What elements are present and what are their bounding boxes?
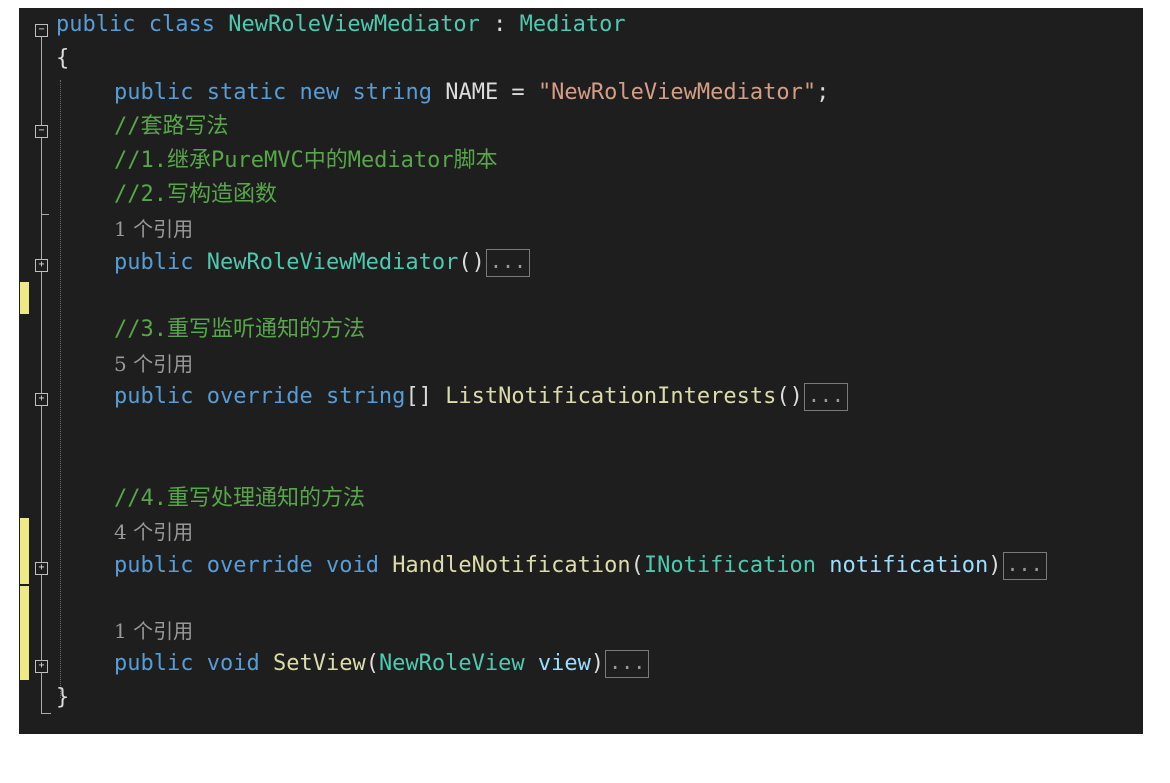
base-class: Mediator xyxy=(519,12,626,37)
collapsed-block-button[interactable]: ... xyxy=(485,249,531,277)
parentheses: () xyxy=(458,250,485,275)
codelens-references[interactable]: 1 个引用 xyxy=(114,212,193,246)
method-name: SetView xyxy=(272,651,366,676)
keyword: public xyxy=(114,553,194,578)
keyword: public xyxy=(56,12,136,37)
constructor-name: NewRoleViewMediator xyxy=(206,250,459,275)
keyword: public xyxy=(114,250,194,275)
open-paren: ( xyxy=(630,553,644,578)
keyword: public xyxy=(114,80,194,105)
collapsed-block-button[interactable]: ... xyxy=(1002,552,1047,580)
codelens-references[interactable]: 5 个引用 xyxy=(114,347,193,381)
method-name: ListNotificationInterests xyxy=(445,384,777,409)
code-line-references[interactable]: 1 个引用 xyxy=(19,212,193,246)
comment: //1.继承PureMVC中的Mediator脚本 xyxy=(114,148,498,173)
code-line-handle-notification[interactable]: public override void HandleNotification(… xyxy=(19,549,1047,583)
code-line-close-brace[interactable]: } xyxy=(19,681,72,715)
code-line-set-view[interactable]: public void SetView(NewRoleView view)... xyxy=(19,647,650,681)
comment: //4.重写处理通知的方法 xyxy=(114,486,365,511)
parentheses: () xyxy=(776,384,803,409)
codelens-references[interactable]: 1 个引用 xyxy=(114,614,193,648)
parameter-name: view xyxy=(537,651,591,676)
close-paren: ) xyxy=(590,651,605,676)
close-brace: } xyxy=(56,685,70,710)
field-name: NAME xyxy=(445,80,499,105)
code-line-comment[interactable]: //套路写法 xyxy=(19,110,229,144)
open-paren: ( xyxy=(365,651,379,676)
parameter-type: INotification xyxy=(643,553,817,578)
keyword: void xyxy=(206,651,260,676)
collapsed-block-button[interactable]: ... xyxy=(803,383,848,411)
keyword: static xyxy=(206,80,287,105)
collapsed-block-button[interactable]: ... xyxy=(605,650,650,678)
parameter-type: NewRoleView xyxy=(378,651,525,676)
parameter-name: notification xyxy=(829,553,989,578)
keyword: new xyxy=(299,80,340,105)
code-line-references[interactable]: 4 个引用 xyxy=(19,515,193,549)
semicolon: ; xyxy=(816,80,830,105)
code-line-references[interactable]: 1 个引用 xyxy=(19,614,193,648)
code-line-comment[interactable]: //1.继承PureMVC中的Mediator脚本 xyxy=(19,144,498,178)
code-line-comment[interactable]: //3.重写监听通知的方法 xyxy=(19,313,365,347)
comment: //3.重写监听通知的方法 xyxy=(114,317,365,342)
code-line-open-brace[interactable]: { xyxy=(19,42,72,76)
separator: : xyxy=(479,12,520,37)
code-line-comment[interactable]: //2.写构造函数 xyxy=(19,178,277,212)
keyword: class xyxy=(148,12,215,37)
code-line-constructor[interactable]: public NewRoleViewMediator()... xyxy=(19,246,531,280)
keyword: override xyxy=(206,553,313,578)
open-brace: { xyxy=(56,46,70,71)
code-line-references[interactable]: 5 个引用 xyxy=(19,347,193,381)
keyword: string xyxy=(352,80,432,105)
comment: //2.写构造函数 xyxy=(114,182,277,207)
method-name: HandleNotification xyxy=(392,553,631,578)
brackets: [] xyxy=(405,384,432,409)
code-line-name-field[interactable]: public static new string NAME = "NewRole… xyxy=(19,76,829,110)
keyword: string xyxy=(325,384,406,409)
code-line-comment[interactable]: //4.重写处理通知的方法 xyxy=(19,482,365,516)
class-name: NewRoleViewMediator xyxy=(228,12,480,37)
code-line-list-interests[interactable]: public override string[] ListNotificatio… xyxy=(19,380,848,414)
keyword: override xyxy=(206,384,313,409)
comment: //套路写法 xyxy=(114,114,229,139)
code-editor[interactable]: − − + + + + public class NewRoleViewMedi… xyxy=(19,8,1143,734)
operator: = xyxy=(498,80,538,105)
string-literal: "NewRoleViewMediator" xyxy=(537,80,817,105)
keyword: public xyxy=(114,651,194,676)
close-paren: ) xyxy=(988,553,1002,578)
code-line-class-declaration[interactable]: public class NewRoleViewMediator : Media… xyxy=(19,8,626,42)
keyword: void xyxy=(325,553,379,578)
codelens-references[interactable]: 4 个引用 xyxy=(114,515,193,549)
keyword: public xyxy=(114,384,194,409)
